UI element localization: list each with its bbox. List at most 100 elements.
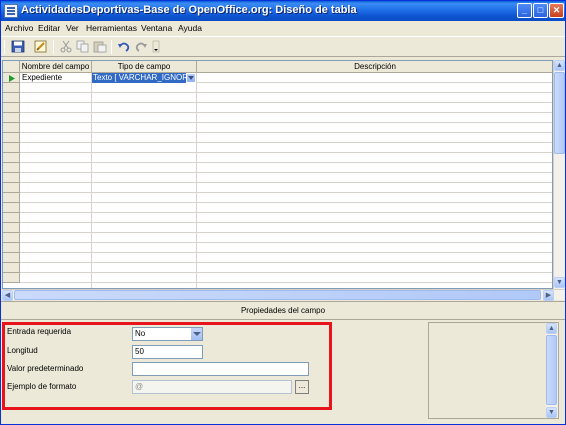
row-header[interactable] bbox=[3, 183, 20, 193]
row-line bbox=[20, 142, 552, 143]
close-button[interactable]: ✕ bbox=[549, 3, 564, 18]
field-name-cell[interactable]: Expediente bbox=[22, 73, 62, 83]
window-title: ActividadesDeportivas-Base de OpenOffice… bbox=[21, 4, 357, 16]
row-line bbox=[20, 132, 552, 133]
row-line bbox=[20, 182, 552, 183]
divider bbox=[1, 319, 565, 320]
scroll-down-icon[interactable]: ▼ bbox=[554, 277, 565, 288]
scroll-down-icon[interactable]: ▼ bbox=[546, 407, 557, 418]
column-header-descripcion[interactable]: Descripción bbox=[197, 61, 552, 73]
row-header[interactable] bbox=[3, 193, 20, 203]
column-header-nombre[interactable]: Nombre del campo bbox=[20, 61, 92, 73]
help-vertical-scrollbar[interactable]: ▲ ▼ bbox=[546, 323, 558, 418]
toolbar bbox=[1, 36, 565, 57]
row-line bbox=[20, 112, 552, 113]
row-line bbox=[20, 232, 552, 233]
grid-horizontal-scrollbar[interactable]: ◀ ▶ bbox=[2, 289, 565, 301]
longitud-input[interactable]: 50 bbox=[132, 345, 203, 359]
row-header[interactable] bbox=[3, 123, 20, 133]
app-window: ActividadesDeportivas-Base de OpenOffice… bbox=[0, 0, 566, 425]
table-design-grid: Nombre del campo Tipo de campo Descripci… bbox=[2, 60, 553, 289]
edit-icon[interactable] bbox=[34, 40, 48, 53]
row-line bbox=[20, 192, 552, 193]
paste-icon[interactable] bbox=[93, 40, 107, 53]
toolbar-separator bbox=[53, 40, 54, 54]
entrada-requerida-label: Entrada requerida bbox=[7, 327, 72, 336]
scroll-thumb[interactable] bbox=[554, 72, 565, 154]
longitud-label: Longitud bbox=[7, 346, 38, 355]
column-divider bbox=[196, 73, 197, 288]
row-header[interactable] bbox=[3, 253, 20, 263]
corner-header bbox=[3, 61, 20, 73]
title-bar[interactable]: ActividadesDeportivas-Base de OpenOffice… bbox=[1, 1, 565, 21]
minimize-button[interactable]: _ bbox=[517, 3, 532, 18]
maximize-button[interactable]: □ bbox=[533, 3, 548, 18]
menu-herramientas[interactable]: Herramientas bbox=[86, 23, 137, 33]
row-line bbox=[20, 202, 552, 203]
toolbar-separator bbox=[111, 40, 112, 54]
menu-ver[interactable]: Ver bbox=[66, 23, 79, 33]
valor-predeterminado-input[interactable] bbox=[132, 362, 309, 376]
save-icon[interactable] bbox=[11, 40, 25, 53]
current-row-arrow-icon bbox=[9, 75, 15, 82]
scroll-thumb[interactable] bbox=[546, 335, 557, 405]
row-header[interactable] bbox=[3, 213, 20, 223]
redo-icon[interactable] bbox=[134, 40, 148, 53]
chevron-down-icon[interactable] bbox=[186, 73, 196, 83]
menu-bar: Archivo Editar Ver Herramientas Ventana … bbox=[1, 21, 565, 36]
row-header[interactable] bbox=[3, 143, 20, 153]
grid-vertical-scrollbar[interactable]: ▲ ▼ bbox=[553, 60, 565, 289]
menu-editar[interactable]: Editar bbox=[38, 23, 60, 33]
row-line bbox=[20, 272, 552, 273]
row-header[interactable] bbox=[3, 83, 20, 93]
scroll-thumb[interactable] bbox=[14, 290, 541, 300]
scroll-up-icon[interactable]: ▲ bbox=[546, 323, 557, 334]
scroll-right-icon[interactable]: ▶ bbox=[543, 290, 554, 301]
scroll-up-icon[interactable]: ▲ bbox=[554, 60, 565, 71]
row-header[interactable] bbox=[3, 273, 20, 283]
row-header[interactable] bbox=[3, 173, 20, 183]
column-divider bbox=[91, 73, 92, 288]
scroll-left-icon[interactable]: ◀ bbox=[2, 290, 13, 301]
toolbar-grip bbox=[4, 40, 5, 54]
row-header[interactable] bbox=[3, 223, 20, 233]
row-header[interactable] bbox=[3, 153, 20, 163]
entrada-requerida-select[interactable]: No bbox=[132, 327, 203, 341]
undo-icon[interactable] bbox=[117, 40, 131, 53]
ejemplo-formato-label: Ejemplo de formato bbox=[7, 382, 77, 391]
row-header[interactable] bbox=[3, 233, 20, 243]
row-line bbox=[20, 262, 552, 263]
row-line bbox=[20, 212, 552, 213]
format-browse-button[interactable]: ... bbox=[295, 380, 309, 394]
menu-ayuda[interactable]: Ayuda bbox=[178, 23, 202, 33]
row-line bbox=[20, 172, 552, 173]
row-header[interactable] bbox=[3, 103, 20, 113]
row-header[interactable] bbox=[3, 113, 20, 123]
row-header[interactable] bbox=[3, 203, 20, 213]
menu-ventana[interactable]: Ventana bbox=[141, 23, 172, 33]
row-header[interactable] bbox=[3, 133, 20, 143]
row-header[interactable] bbox=[3, 163, 20, 173]
valor-predeterminado-label: Valor predeterminado bbox=[7, 364, 84, 373]
row-header[interactable] bbox=[3, 263, 20, 273]
copy-icon[interactable] bbox=[76, 40, 90, 53]
row-line bbox=[20, 92, 552, 93]
more-icon[interactable] bbox=[152, 40, 160, 53]
row-line bbox=[20, 282, 552, 283]
column-header-tipo[interactable]: Tipo de campo bbox=[92, 61, 197, 73]
entrada-requerida-value: No bbox=[135, 329, 146, 338]
row-line bbox=[20, 122, 552, 123]
chevron-down-icon[interactable] bbox=[190, 328, 202, 340]
row-line bbox=[20, 162, 552, 163]
row-line bbox=[20, 152, 552, 153]
row-line bbox=[20, 252, 552, 253]
ejemplo-formato-input[interactable]: @ bbox=[132, 380, 292, 394]
row-header[interactable] bbox=[3, 243, 20, 253]
menu-archivo[interactable]: Archivo bbox=[5, 23, 33, 33]
row-line bbox=[20, 242, 552, 243]
field-type-select[interactable]: Texto [ VARCHAR_IGNORE bbox=[92, 73, 196, 83]
help-text-pane bbox=[428, 322, 559, 419]
row-header[interactable] bbox=[3, 93, 20, 103]
row-line bbox=[20, 102, 552, 103]
cut-icon[interactable] bbox=[59, 40, 73, 53]
